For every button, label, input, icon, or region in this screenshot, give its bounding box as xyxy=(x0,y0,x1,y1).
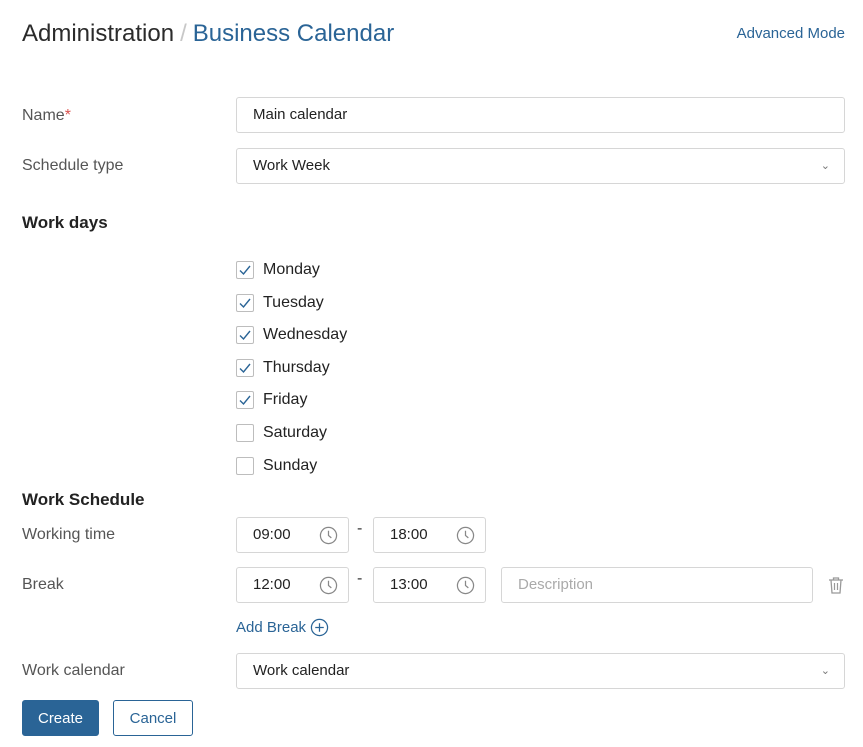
checkbox-wednesday[interactable] xyxy=(236,326,254,344)
schedule-type-label: Schedule type xyxy=(22,157,124,174)
day-label: Friday xyxy=(263,391,308,408)
day-label: Wednesday xyxy=(263,326,348,343)
workday-wednesday[interactable]: Wednesday xyxy=(236,325,347,345)
work-calendar-value: Work calendar xyxy=(253,662,350,679)
check-icon xyxy=(239,363,251,374)
add-break-label: Add Break xyxy=(236,619,307,636)
break-to-input[interactable]: 13:00 xyxy=(373,567,486,603)
add-break-button[interactable]: Add Break xyxy=(236,618,329,637)
breadcrumb-separator: / xyxy=(180,20,187,47)
chevron-down-icon: ⌄ xyxy=(820,160,830,172)
day-label: Saturday xyxy=(263,424,328,441)
break-label: Break xyxy=(22,576,64,593)
workday-tuesday[interactable]: Tuesday xyxy=(236,293,324,313)
time-value: 18:00 xyxy=(390,526,428,543)
chevron-down-icon: ⌄ xyxy=(820,665,830,677)
name-input[interactable]: Main calendar xyxy=(236,97,845,133)
workday-thursday[interactable]: Thursday xyxy=(236,358,330,378)
cancel-button[interactable]: Cancel xyxy=(113,700,193,736)
time-range-dash: - xyxy=(357,570,363,587)
checkbox-friday[interactable] xyxy=(236,391,254,409)
checkbox-sunday[interactable] xyxy=(236,457,254,475)
time-value: 12:00 xyxy=(253,576,291,593)
schedule-type-value: Work Week xyxy=(253,157,330,174)
check-icon xyxy=(239,395,251,406)
check-icon xyxy=(239,330,251,341)
schedule-type-select[interactable]: Work Week ⌄ xyxy=(236,148,845,184)
name-label: Name* xyxy=(22,107,71,125)
breadcrumb-administration[interactable]: Administration xyxy=(22,20,174,47)
advanced-mode-link[interactable]: Advanced Mode xyxy=(737,25,845,42)
trash-icon[interactable] xyxy=(826,575,846,595)
work-schedule-heading: Work Schedule xyxy=(22,490,145,509)
checkbox-tuesday[interactable] xyxy=(236,294,254,312)
workday-saturday[interactable]: Saturday xyxy=(236,423,327,443)
checkbox-thursday[interactable] xyxy=(236,359,254,377)
time-value: 13:00 xyxy=(390,576,428,593)
time-range-dash: - xyxy=(357,520,363,537)
name-label-text: Name xyxy=(22,107,65,124)
clock-icon[interactable] xyxy=(319,526,338,545)
clock-icon[interactable] xyxy=(319,576,338,595)
working-time-from-input[interactable]: 09:00 xyxy=(236,517,349,553)
day-label: Monday xyxy=(263,261,320,278)
clock-icon[interactable] xyxy=(456,576,475,595)
create-button[interactable]: Create xyxy=(22,700,99,736)
break-from-input[interactable]: 12:00 xyxy=(236,567,349,603)
work-calendar-select[interactable]: Work calendar ⌄ xyxy=(236,653,845,689)
time-value: 09:00 xyxy=(253,526,291,543)
working-time-to-input[interactable]: 18:00 xyxy=(373,517,486,553)
work-calendar-label: Work calendar xyxy=(22,662,125,679)
day-label: Thursday xyxy=(263,359,330,376)
check-icon xyxy=(239,265,251,276)
workday-monday[interactable]: Monday xyxy=(236,260,320,280)
working-time-label: Working time xyxy=(22,526,116,543)
work-days-heading: Work days xyxy=(22,213,108,232)
checkbox-monday[interactable] xyxy=(236,261,254,279)
breadcrumb: Administration / Business Calendar xyxy=(22,20,394,48)
day-label: Sunday xyxy=(263,457,318,474)
workday-friday[interactable]: Friday xyxy=(236,390,307,410)
workday-sunday[interactable]: Sunday xyxy=(236,456,317,476)
checkbox-saturday[interactable] xyxy=(236,424,254,442)
check-icon xyxy=(239,298,251,309)
day-label: Tuesday xyxy=(263,294,324,311)
page-title: Business Calendar xyxy=(192,20,395,47)
required-mark: * xyxy=(64,107,71,124)
plus-circle-icon xyxy=(310,618,329,637)
break-description-input[interactable]: Description xyxy=(501,567,813,603)
clock-icon[interactable] xyxy=(456,526,475,545)
